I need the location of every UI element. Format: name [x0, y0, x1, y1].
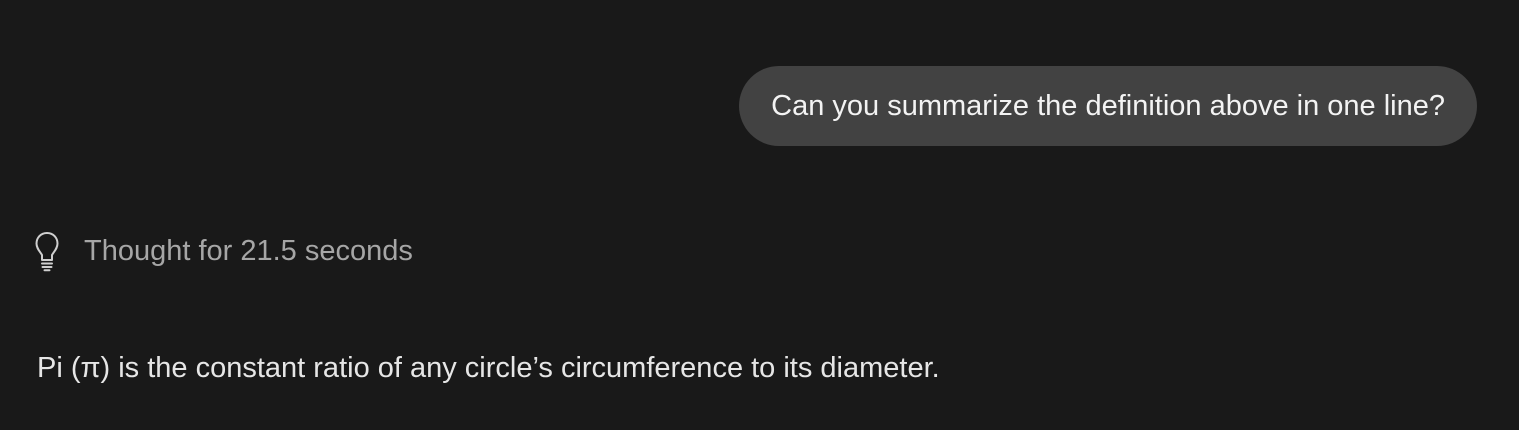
user-message-text: Can you summarize the definition above i…	[771, 89, 1445, 122]
chat-thread: Can you summarize the definition above i…	[0, 0, 1519, 430]
thought-toggle[interactable]: Thought for 21.5 seconds	[34, 228, 413, 274]
lightbulb-icon	[34, 230, 60, 272]
thought-label: Thought for 21.5 seconds	[84, 234, 413, 267]
assistant-message: Pi (π) is the constant ratio of any circ…	[37, 352, 940, 384]
user-message-bubble: Can you summarize the definition above i…	[739, 66, 1477, 146]
